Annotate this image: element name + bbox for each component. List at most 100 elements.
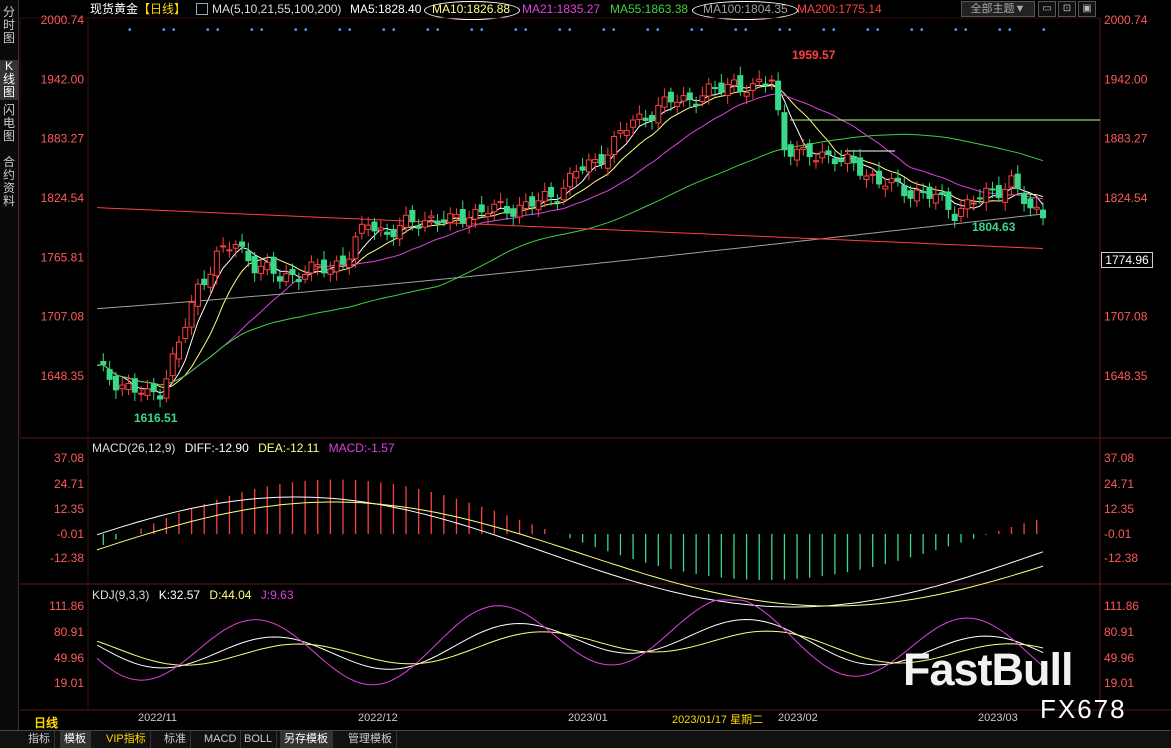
event-marker: •: [172, 25, 176, 36]
event-marker: •: [612, 25, 616, 36]
candle-up: [913, 189, 920, 202]
ma5-line: [96, 83, 1044, 394]
event-marker: •: [700, 25, 704, 36]
candle-up: [453, 214, 460, 219]
event-marker: •: [744, 25, 748, 36]
event-marker: •: [646, 25, 650, 36]
candle-down: [806, 143, 813, 158]
event-marker: •: [964, 25, 968, 36]
kdj-panel: [96, 599, 1044, 686]
candle-down: [787, 144, 794, 157]
candle-down: [894, 177, 901, 182]
kdj-axis-right-label: 111.86: [1104, 599, 1139, 613]
candle-up: [314, 264, 321, 268]
kdj-axis-left-label: 111.86: [49, 599, 84, 613]
price-axis-left-label: 1707.08: [41, 310, 85, 324]
candle-down: [686, 92, 693, 100]
macd-axis-left-label: 24.71: [54, 477, 84, 491]
candle-up: [768, 79, 775, 82]
event-marker: •: [998, 25, 1002, 36]
candle-down: [1040, 209, 1046, 219]
event-marker: •: [162, 25, 166, 36]
candle-up: [743, 91, 750, 97]
candle-up: [869, 173, 876, 176]
candle-up: [226, 249, 233, 252]
candle-up: [932, 193, 939, 204]
candle-up: [535, 200, 542, 211]
candle-up: [182, 326, 189, 340]
macd-axis-right-label: -12.38: [1104, 551, 1138, 565]
candle-down: [995, 185, 1002, 198]
candle-down: [737, 75, 744, 92]
candle-down: [951, 213, 958, 221]
candle-up: [680, 95, 687, 102]
candle-up: [472, 208, 479, 220]
period-indicator[interactable]: 日线: [34, 714, 58, 731]
candle-down: [907, 190, 914, 199]
candle-down: [112, 375, 119, 391]
event-marker: •: [206, 25, 210, 36]
candle-down: [693, 103, 700, 106]
macd-axis-left-label: 37.08: [54, 451, 84, 465]
candle-down: [712, 87, 719, 90]
candle-up: [661, 96, 668, 108]
tab-manage-template[interactable]: 管理模板: [344, 731, 397, 748]
candle-down: [409, 209, 416, 223]
macd-axis-right-label: 12.35: [1104, 502, 1134, 516]
candle-down: [857, 157, 864, 176]
event-marker: •: [216, 25, 220, 36]
kdj-axis-right-label: 80.91: [1104, 625, 1134, 639]
macd-axis-left-label: -0.01: [57, 527, 85, 541]
candle-up: [365, 224, 372, 230]
macd-value: MACD:-1.57: [328, 441, 395, 455]
candle-up: [617, 130, 624, 134]
event-marker: •: [602, 25, 606, 36]
price-axis-left-label: 1883.27: [41, 132, 85, 146]
kdj-axis-left-label: 80.91: [54, 625, 84, 639]
tab-standard[interactable]: 标准: [160, 731, 191, 748]
candle-down: [510, 208, 517, 217]
candle-up: [213, 250, 220, 277]
candle-down: [642, 117, 649, 121]
candle-up: [516, 204, 523, 218]
candle-up: [674, 101, 681, 107]
candle-down: [901, 184, 908, 197]
tab-indicators[interactable]: 指标: [24, 731, 55, 748]
bottom-toolbar: 指标 模板 VIP指标 标准 MACD BOLL 另存模板 管理模板: [0, 730, 1171, 748]
candle-up: [604, 154, 611, 169]
candle-down: [390, 228, 397, 238]
candle-down: [270, 256, 277, 274]
tab-template[interactable]: 模板: [60, 731, 91, 748]
candle-up: [567, 172, 573, 188]
tab-macd[interactable]: MACD: [200, 731, 242, 748]
recent-low-annotation: 1804.63: [972, 220, 1016, 234]
macd-title: MACD(26,12,9): [92, 441, 176, 455]
candle-up: [623, 130, 630, 137]
candle-up: [522, 201, 529, 210]
event-marker: •: [876, 25, 880, 36]
candle-down: [384, 231, 391, 235]
event-marker: •: [788, 25, 792, 36]
crosshair-date: 2023/01/17 星期二: [672, 714, 764, 726]
price-axis-right-label: 1648.35: [1104, 369, 1148, 383]
kline-chart[interactable]: • • • • • • • • • • • • • • • • • • • • • • • • • • • • • • • • • • • • • • • •…: [0, 0, 1171, 730]
event-marker: •: [920, 25, 924, 36]
candle-up: [819, 151, 826, 159]
candle-up: [428, 215, 435, 219]
candle-up: [497, 201, 504, 204]
event-marker: •: [690, 25, 694, 36]
tab-boll[interactable]: BOLL: [240, 731, 278, 748]
candle-up: [592, 159, 599, 163]
kdj-j-line: [96, 599, 1044, 686]
event-marker: •: [734, 25, 738, 36]
event-marker: •: [470, 25, 474, 36]
candle-down: [251, 256, 258, 274]
tab-save-template[interactable]: 另存模板: [280, 731, 333, 748]
event-marker: •: [426, 25, 430, 36]
candle-down: [926, 186, 933, 199]
price-axis-right-label: 1883.27: [1104, 132, 1148, 146]
event-marker: •: [514, 25, 518, 36]
candle-down: [1027, 198, 1034, 209]
candle-up: [175, 341, 182, 360]
tab-vip-indicators[interactable]: VIP指标: [102, 731, 151, 748]
